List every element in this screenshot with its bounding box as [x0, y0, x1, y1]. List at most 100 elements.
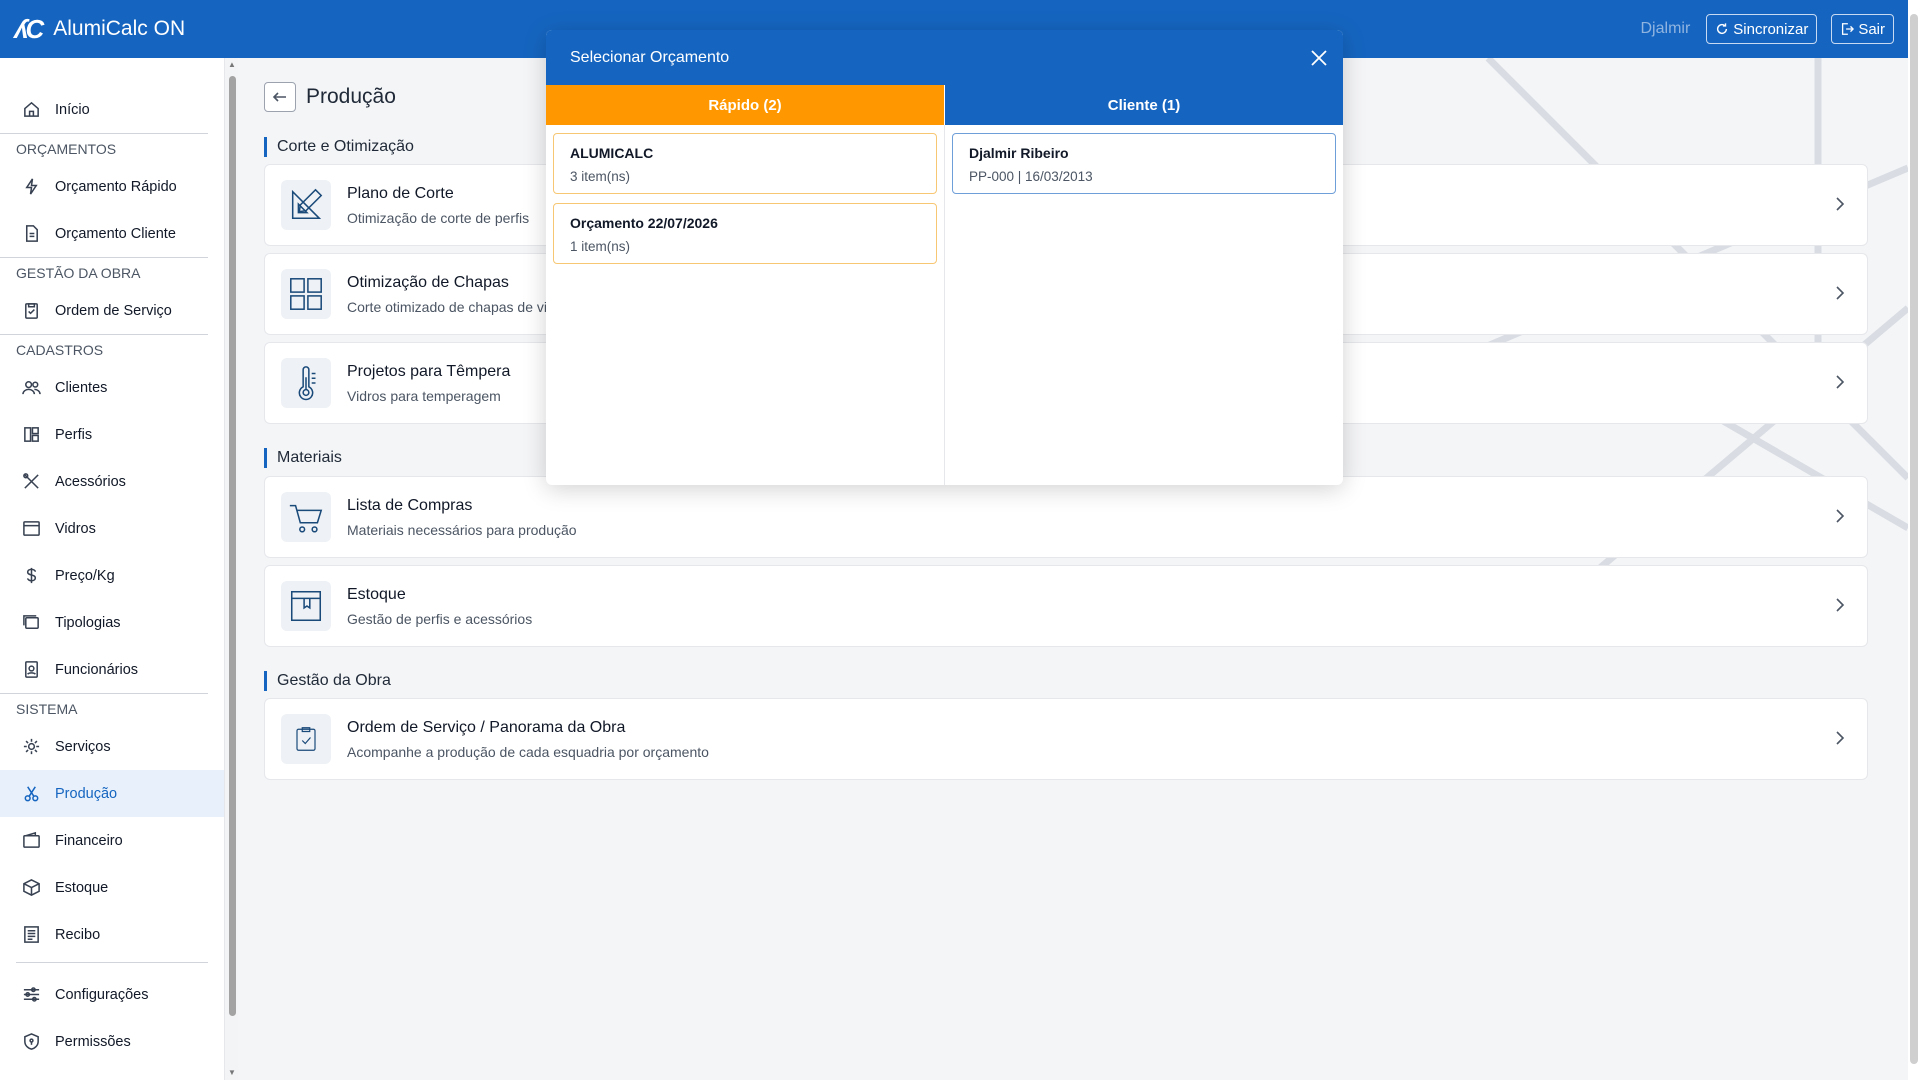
sidebar-divider: [16, 962, 208, 963]
package-icon: [281, 581, 331, 631]
stack-icon: [23, 615, 39, 629]
sidebar-item-permissoes[interactable]: Permissões: [0, 1018, 224, 1065]
sidebar-item-ordem-servico[interactable]: Ordem de Serviço: [0, 287, 224, 334]
sidebar-item-orcamento-cliente[interactable]: Orçamento Cliente: [0, 210, 224, 257]
sidebar-item-label: Orçamento Cliente: [55, 225, 176, 242]
scissors-icon: [24, 786, 39, 802]
shield-icon: [24, 1033, 39, 1050]
option-subtitle: 3 item(ns): [570, 169, 631, 184]
sidebar: Início ORÇAMENTOS Orçamento Rápido Orçam…: [0, 58, 225, 1080]
sidebar-scroll-thumb[interactable]: [229, 76, 236, 1016]
modal-title: Selecionar Orçamento: [570, 48, 730, 66]
sidebar-item-label: Tipologias: [55, 614, 121, 631]
arrow-left-icon: [272, 92, 286, 102]
sidebar-item-label: Ordem de Serviço: [55, 302, 172, 319]
sidebar-item-orcamento-rapido[interactable]: Orçamento Rápido: [0, 163, 224, 210]
sidebar-item-producao[interactable]: Produção: [0, 770, 224, 817]
budget-option[interactable]: Djalmir Ribeiro PP-000 | 16/03/2013: [952, 133, 1336, 194]
select-budget-modal: Selecionar Orçamento Rápido (2) Cliente …: [546, 30, 1343, 485]
card-title: Ordem de Serviço / Panorama da Obra: [347, 718, 626, 736]
sync-button[interactable]: Sincronizar: [1706, 14, 1818, 44]
card-estoque[interactable]: Estoque Gestão de perfis e acessórios: [264, 565, 1868, 647]
option-title: Djalmir Ribeiro: [969, 145, 1069, 161]
sidebar-item-label: Produção: [55, 785, 118, 802]
sidebar-item-label: Preço/Kg: [55, 567, 115, 584]
clipboard-icon: [25, 303, 38, 319]
sidebar-item-label: Clientes: [55, 379, 108, 396]
grid-icon: [281, 269, 331, 319]
card-title: Lista de Compras: [347, 496, 473, 514]
app-title: AlumiCalc ON: [53, 17, 186, 40]
chevron-right-icon: [1836, 598, 1845, 612]
tools-icon: [23, 473, 39, 489]
ruler-pencil-icon: [281, 180, 331, 230]
back-button[interactable]: [264, 82, 296, 112]
sidebar-item-configuracoes[interactable]: Configurações: [0, 971, 224, 1018]
tab-rapido[interactable]: Rápido (2): [546, 85, 944, 125]
card-lista-compras[interactable]: Lista de Compras Materiais necessários p…: [264, 476, 1868, 558]
sidebar-item-servicos[interactable]: Serviços: [0, 723, 224, 770]
modal-header: Selecionar Orçamento: [546, 30, 1343, 85]
budget-option[interactable]: Orçamento 22/07/2026 1 item(ns): [553, 203, 937, 264]
logout-label: Sair: [1858, 20, 1885, 38]
document-icon: [25, 225, 38, 242]
card-title: Estoque: [347, 585, 406, 603]
header-actions: Djalmir Sincronizar Sair: [1640, 14, 1894, 44]
user-name: Djalmir: [1640, 20, 1691, 37]
sidebar-item-acessorios[interactable]: Acessórios: [0, 458, 224, 505]
receipt-icon: [24, 926, 39, 943]
window-icon: [23, 521, 40, 536]
sidebar-item-preco-kg[interactable]: Preço/Kg: [0, 552, 224, 599]
card-subtitle: Otimização de corte de perfis: [347, 209, 530, 226]
refresh-icon: [1717, 23, 1728, 35]
page-scroll-thumb[interactable]: [1910, 14, 1918, 1064]
budget-option[interactable]: ALUMICALC 3 item(ns): [553, 133, 937, 194]
thermometer-icon: [281, 358, 331, 408]
card-ordem-servico[interactable]: Ordem de Serviço / Panorama da Obra Acom…: [264, 698, 1868, 780]
cliente-list: Djalmir Ribeiro PP-000 | 16/03/2013: [944, 125, 1343, 485]
users-icon: [22, 381, 41, 395]
sidebar-item-vidros[interactable]: Vidros: [0, 505, 224, 552]
wallet-icon: [23, 831, 40, 848]
sidebar-item-label: Configurações: [55, 986, 149, 1003]
sidebar-section-gestao: GESTÃO DA OBRA: [0, 257, 208, 287]
rapido-list: ALUMICALC 3 item(ns) Orçamento 22/07/202…: [546, 125, 944, 485]
box-icon: [23, 879, 40, 896]
card-title: Plano de Corte: [347, 184, 454, 202]
card-subtitle: Gestão de perfis e acessórios: [347, 610, 533, 627]
sidebar-section-cadastros: CADASTROS: [0, 334, 208, 364]
sidebar-item-label: Estoque: [55, 879, 109, 896]
logout-button[interactable]: Sair: [1831, 14, 1894, 44]
page-title: Produção: [306, 85, 396, 108]
chevron-right-icon: [1836, 375, 1845, 389]
sidebar-item-funcionarios[interactable]: Funcionários: [0, 646, 224, 693]
card-title: Projetos para Têmpera: [347, 362, 511, 380]
lightning-icon: [25, 178, 38, 195]
sidebar-item-recibo[interactable]: Recibo: [0, 911, 224, 958]
dollar-icon: [26, 567, 37, 584]
close-icon[interactable]: [1309, 48, 1329, 68]
logout-icon: [1842, 23, 1855, 35]
chevron-right-icon: [1836, 731, 1845, 745]
sidebar-item-clientes[interactable]: Clientes: [0, 364, 224, 411]
badge-icon: [25, 661, 38, 678]
layout-icon: [24, 427, 39, 442]
sidebar-section-orcamentos: ORÇAMENTOS: [0, 133, 208, 163]
scroll-up-arrow[interactable]: ▲: [228, 60, 236, 69]
scroll-down-arrow[interactable]: ▼: [228, 1068, 236, 1077]
chevron-right-icon: [1836, 286, 1845, 300]
section-title-materiais: Materiais: [264, 448, 342, 468]
option-title: Orçamento 22/07/2026: [570, 215, 718, 231]
sidebar-item-tipologias[interactable]: Tipologias: [0, 599, 224, 646]
sidebar-item-label: Vidros: [55, 520, 96, 537]
page-header: Produção: [264, 82, 396, 112]
chevron-right-icon: [1836, 509, 1845, 523]
sidebar-item-perfis[interactable]: Perfis: [0, 411, 224, 458]
sliders-icon: [23, 987, 40, 1002]
sidebar-item-estoque[interactable]: Estoque: [0, 864, 224, 911]
tab-cliente[interactable]: Cliente (1): [944, 85, 1343, 125]
card-subtitle: Materiais necessários para produção: [347, 521, 577, 538]
sidebar-item-home[interactable]: Início: [0, 86, 224, 133]
sidebar-item-financeiro[interactable]: Financeiro: [0, 817, 224, 864]
option-subtitle: 1 item(ns): [570, 239, 631, 254]
